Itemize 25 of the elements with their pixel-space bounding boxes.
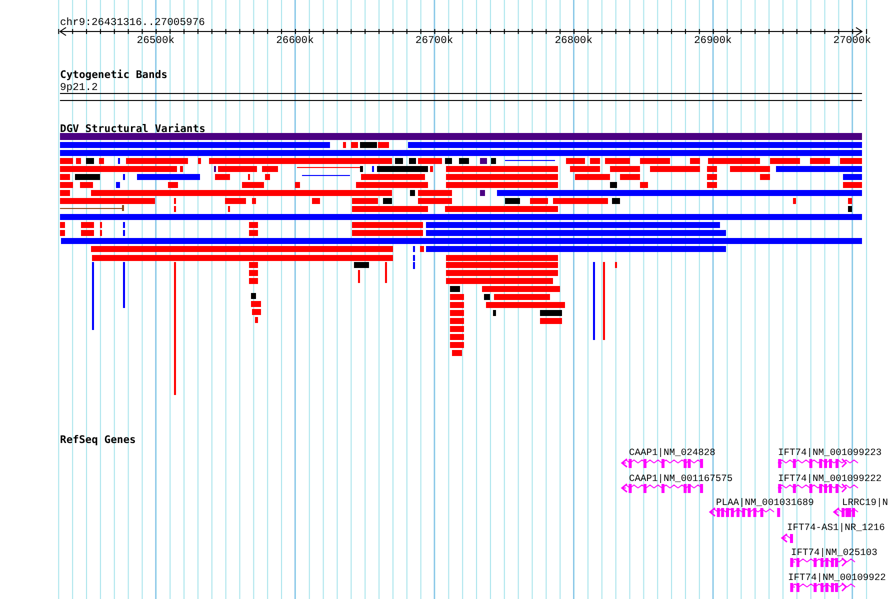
axis-tick-label: 26700k (415, 35, 454, 47)
gene-label: LRRC19|N (842, 497, 888, 508)
axis-tick-label: 27000k (833, 35, 872, 47)
track-title: RefSeq Genes (60, 434, 136, 446)
gene-label: PLAA|NM_001031689 (716, 497, 814, 508)
gene-model-drawing (832, 507, 858, 517)
gene-model-drawing (708, 507, 780, 517)
gene-model-drawing (790, 557, 856, 567)
gene-label: IFT74-AS1|NR_1216 (787, 522, 885, 533)
track-title: DGV Structural Variants (60, 123, 206, 135)
track-title: Cytogenetic Bands (60, 69, 168, 81)
band-label: 9p21.2 (60, 82, 98, 94)
axis-tick-label: 26900k (694, 35, 732, 47)
gene-label: IFT74|NM_001099223 (778, 447, 882, 458)
axis-tick-label: 26500k (136, 35, 175, 47)
axis-tick-label: 26600k (276, 35, 314, 47)
gene-model-drawing (780, 533, 793, 543)
position-label: chr9:26431316..27005976 (60, 17, 205, 29)
gene-model-drawing (790, 582, 856, 592)
axis-tick-label: 26800k (554, 35, 592, 47)
gene-label: IFT74|NM_00109922 (788, 572, 886, 583)
gene-label: CAAP1|NM_024828 (629, 447, 716, 458)
gene-label: IFT74|NM_001099222 (778, 473, 882, 484)
gene-label: CAAP1|NM_001167575 (629, 473, 733, 484)
gene-label: IFT74|NM_025103 (791, 547, 878, 558)
